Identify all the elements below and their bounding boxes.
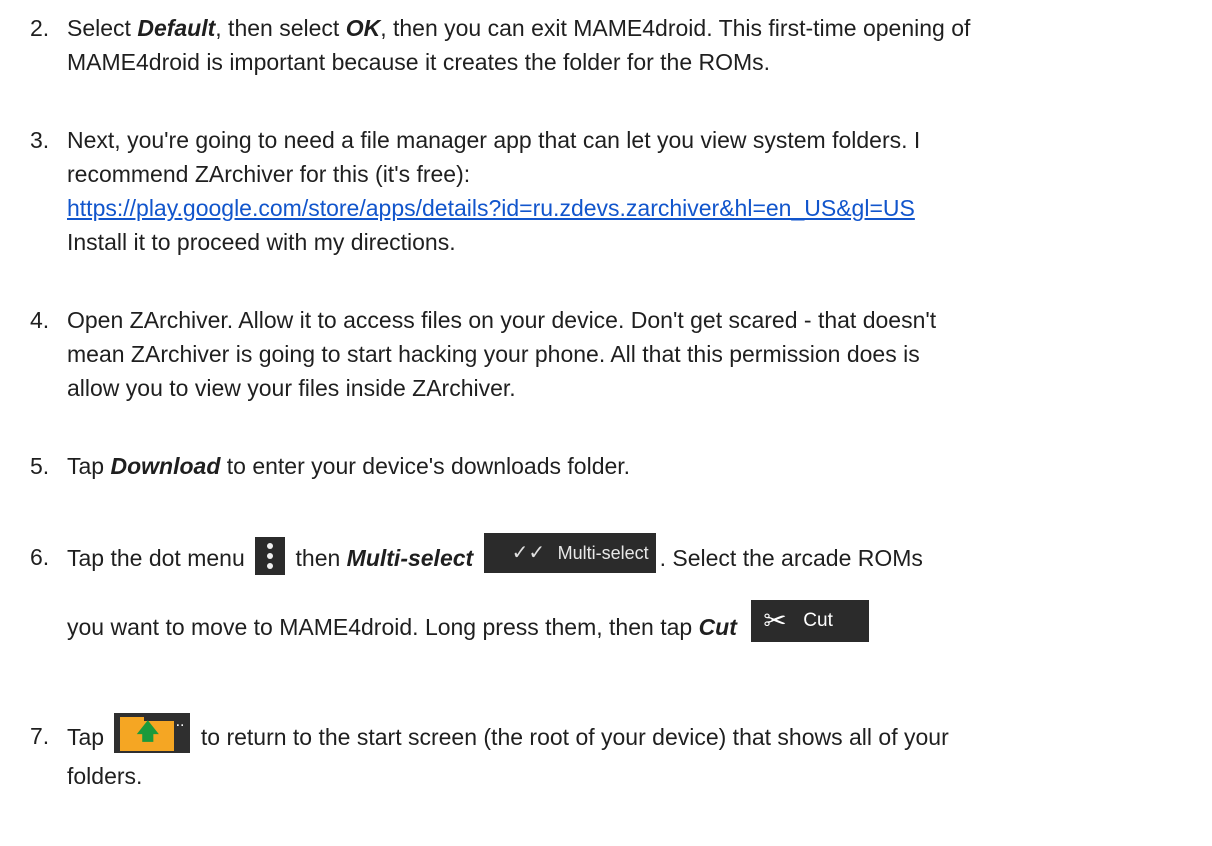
double-check-icon: ✓✓ bbox=[511, 542, 546, 564]
step-text: Tap 🡅 .. to return to the start screen (… bbox=[67, 713, 949, 789]
step-text: Tap Download to enter your device's down… bbox=[67, 453, 631, 479]
step-number: 3. bbox=[30, 127, 50, 153]
cut-label: Cut bbox=[698, 614, 737, 641]
vertical-dots-icon bbox=[255, 537, 286, 575]
step-number: 5. bbox=[30, 453, 50, 479]
step-number: 7. bbox=[30, 723, 50, 749]
step-text: Tap the dot menu then Multi-select ✓✓ Mu… bbox=[67, 533, 1200, 650]
download-folder-label: Download bbox=[110, 453, 221, 479]
step-text: Open ZArchiver. Allow it to access files… bbox=[67, 307, 937, 401]
ok-option: OK bbox=[345, 15, 381, 41]
step-text: Next, you're going to need a file manage… bbox=[67, 127, 921, 255]
default-option: Default bbox=[137, 15, 216, 41]
step-number: 4. bbox=[30, 307, 50, 333]
folder-up-icon: 🡅 .. bbox=[114, 713, 191, 753]
step-number: 6. bbox=[30, 544, 50, 570]
step-text: Select Default, then select OK, then you… bbox=[67, 15, 971, 75]
scissors-icon: ✂ bbox=[763, 605, 787, 636]
zarchiver-play-store-link[interactable]: https://play.google.com/store/apps/detai… bbox=[67, 195, 915, 221]
multi-select-label: Multi-select bbox=[346, 545, 474, 572]
multi-select-button-image: ✓✓ Multi-select bbox=[483, 533, 656, 573]
cut-button-image: ✂ Cut bbox=[751, 600, 870, 642]
step-number: 2. bbox=[30, 15, 50, 41]
